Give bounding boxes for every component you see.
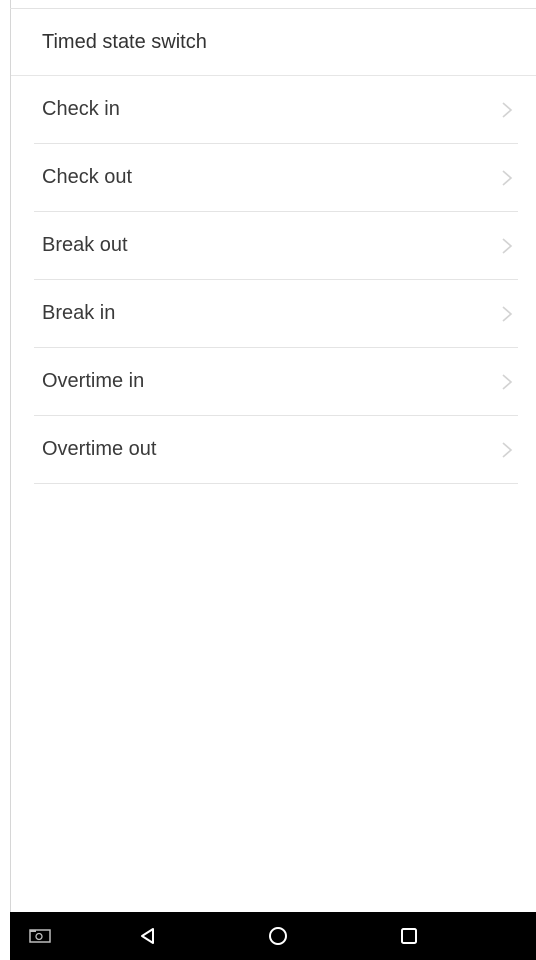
list-item-check-out[interactable]: Check out (34, 144, 518, 212)
list-item-label: Check in (42, 98, 120, 120)
back-icon (141, 928, 154, 944)
back-button[interactable] (124, 912, 172, 960)
list-item-label: Overtime in (42, 370, 145, 392)
chevron-right-icon (502, 305, 513, 322)
page-title: Timed state switch (42, 30, 207, 53)
screenshot-button[interactable] (16, 912, 64, 960)
list-item-label: Check out (42, 166, 133, 188)
screenshot-icon (29, 929, 51, 943)
recents-icon (401, 928, 417, 944)
home-button[interactable] (254, 912, 302, 960)
chevron-right-icon (502, 373, 513, 390)
state-switch-list: Check in Check out Break out Break in Ov… (34, 76, 518, 484)
page-header: Timed state switch (11, 9, 536, 76)
list-item-check-in[interactable]: Check in (34, 76, 518, 144)
home-icon (269, 927, 287, 945)
list-item-overtime-out[interactable]: Overtime out (34, 416, 518, 484)
chevron-right-icon (502, 441, 513, 458)
chevron-right-icon (502, 101, 513, 118)
list-item-break-out[interactable]: Break out (34, 212, 518, 280)
list-item-break-in[interactable]: Break in (34, 280, 518, 348)
system-navigation-bar (10, 912, 536, 960)
frame-border-left (10, 0, 11, 912)
list-item-overtime-in[interactable]: Overtime in (34, 348, 518, 416)
list-item-label: Break in (42, 302, 116, 324)
list-item-label: Break out (42, 234, 128, 256)
app-screen: Timed state switch Check in Check out Br… (0, 0, 536, 960)
list-item-label: Overtime out (42, 438, 157, 460)
recents-button[interactable] (385, 912, 433, 960)
chevron-right-icon (502, 237, 513, 254)
chevron-right-icon (502, 169, 513, 186)
